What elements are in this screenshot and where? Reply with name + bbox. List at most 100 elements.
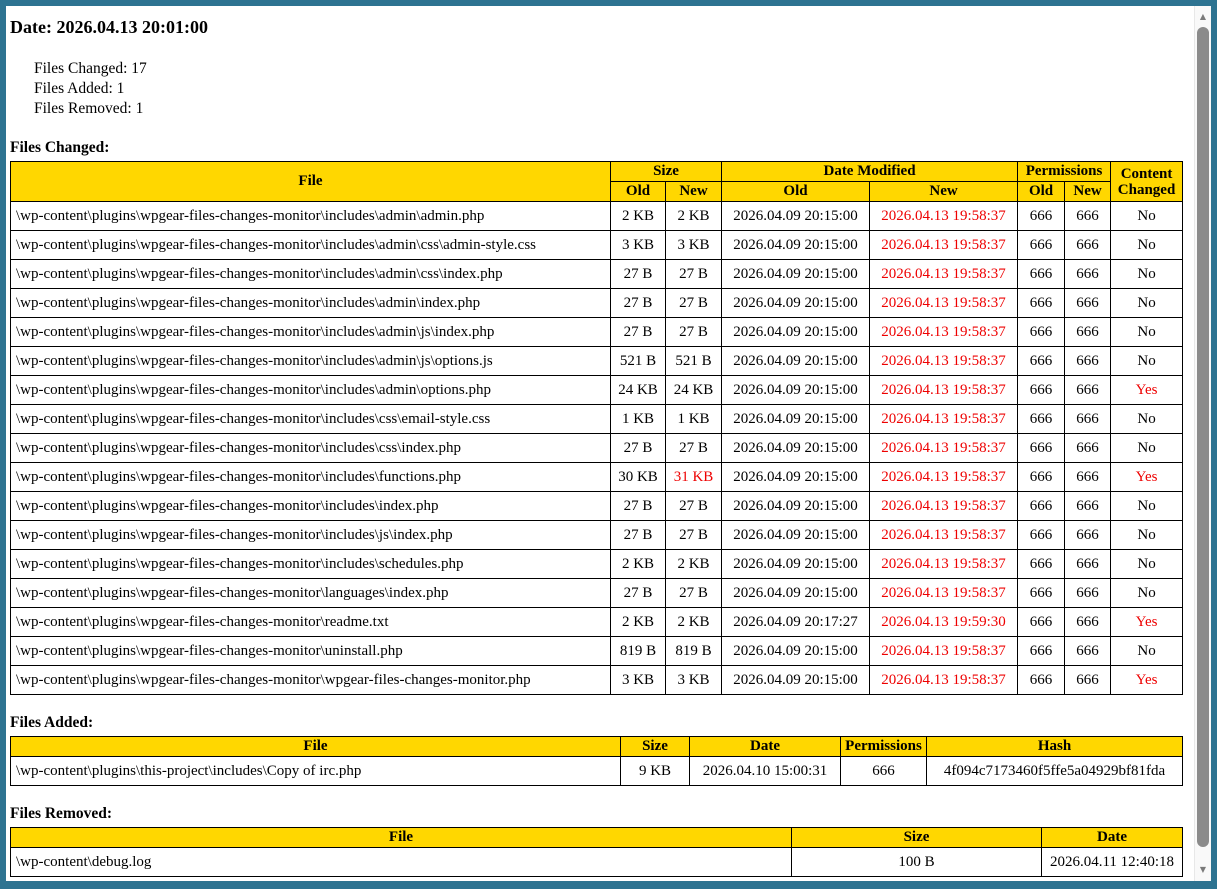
col-size: Size <box>611 162 722 182</box>
cell-perm-old: 666 <box>1018 376 1065 405</box>
cell-size-new: 2 KB <box>666 608 722 637</box>
scrollbar-thumb[interactable] <box>1197 27 1209 847</box>
scroll-up-arrow[interactable]: ▲ <box>1195 9 1211 25</box>
files-changed-row: \wp-content\plugins\wpgear-files-changes… <box>11 637 1183 666</box>
cell-date-new: 2026.04.13 19:58:37 <box>870 231 1018 260</box>
files-changed-table: File Size Date Modified Permissions Cont… <box>10 161 1183 695</box>
cell-size-new: 27 B <box>666 289 722 318</box>
cell-content-changed: Yes <box>1111 666 1183 695</box>
col-size-old: Old <box>611 182 666 202</box>
col-date-new: New <box>870 182 1018 202</box>
vertical-scrollbar[interactable]: ▲ ▼ <box>1194 6 1211 881</box>
cell-date-old: 2026.04.09 20:15:00 <box>722 463 870 492</box>
cell-content-changed: No <box>1111 347 1183 376</box>
cell-date-old: 2026.04.09 20:15:00 <box>722 376 870 405</box>
cell-perm-old: 666 <box>1018 231 1065 260</box>
cell-content-changed: No <box>1111 492 1183 521</box>
cell-content-changed: No <box>1111 231 1183 260</box>
cell-size-new: 27 B <box>666 579 722 608</box>
cell-perm-new: 666 <box>1065 434 1111 463</box>
cell-size-new: 521 B <box>666 347 722 376</box>
files-added-row: \wp-content\plugins\this-project\include… <box>11 757 1183 786</box>
col-file: File <box>11 737 621 757</box>
cell-file: \wp-content\plugins\wpgear-files-changes… <box>11 492 611 521</box>
cell-perm-new: 666 <box>1065 463 1111 492</box>
cell-date-new: 2026.04.13 19:58:37 <box>870 550 1018 579</box>
cell-perm-old: 666 <box>1018 666 1065 695</box>
cell-date: 2026.04.10 15:00:31 <box>690 757 841 786</box>
window-frame: Date: 2026.04.13 20:01:00 Files Changed:… <box>0 0 1217 889</box>
cell-perm-new: 666 <box>1065 608 1111 637</box>
summary-block: Files Changed: 17 Files Added: 1 Files R… <box>34 59 1188 119</box>
cell-size-old: 3 KB <box>611 231 666 260</box>
cell-perm-new: 666 <box>1065 637 1111 666</box>
cell-file: \wp-content\plugins\wpgear-files-changes… <box>11 550 611 579</box>
cell-date-old: 2026.04.09 20:15:00 <box>722 666 870 695</box>
files-added-table: File Size Date Permissions Hash \wp-cont… <box>10 736 1183 786</box>
summary-files-added: Files Added: 1 <box>34 79 1188 99</box>
cell-date-old: 2026.04.09 20:15:00 <box>722 579 870 608</box>
cell-perm-new: 666 <box>1065 666 1111 695</box>
files-changed-row: \wp-content\plugins\wpgear-files-changes… <box>11 376 1183 405</box>
cell-perm-new: 666 <box>1065 318 1111 347</box>
cell-size-new: 27 B <box>666 492 722 521</box>
cell-date-old: 2026.04.09 20:15:00 <box>722 231 870 260</box>
cell-perm-new: 666 <box>1065 492 1111 521</box>
cell-size-old: 819 B <box>611 637 666 666</box>
files-removed-header-row: File Size Date <box>11 828 1183 848</box>
cell-date-new: 2026.04.13 19:58:37 <box>870 434 1018 463</box>
cell-date-new: 2026.04.13 19:58:37 <box>870 260 1018 289</box>
cell-perm-new: 666 <box>1065 376 1111 405</box>
files-changed-row: \wp-content\plugins\wpgear-files-changes… <box>11 492 1183 521</box>
cell-size-new: 2 KB <box>666 202 722 231</box>
cell-size-new: 2 KB <box>666 550 722 579</box>
cell-date-new: 2026.04.13 19:58:37 <box>870 463 1018 492</box>
cell-date-old: 2026.04.09 20:15:00 <box>722 289 870 318</box>
files-changed-row: \wp-content\plugins\wpgear-files-changes… <box>11 521 1183 550</box>
cell-hash: 4f094c7173460f5ffe5a04929bf81fda <box>927 757 1183 786</box>
cell-content-changed: Yes <box>1111 376 1183 405</box>
cell-size-old: 24 KB <box>611 376 666 405</box>
col-size: Size <box>792 828 1042 848</box>
cell-perm-new: 666 <box>1065 202 1111 231</box>
cell-file: \wp-content\debug.log <box>11 848 792 877</box>
cell-size-old: 1 KB <box>611 405 666 434</box>
scroll-down-arrow[interactable]: ▼ <box>1195 862 1211 878</box>
cell-size-new: 24 KB <box>666 376 722 405</box>
cell-permissions: 666 <box>841 757 927 786</box>
cell-perm-new: 666 <box>1065 231 1111 260</box>
cell-perm-new: 666 <box>1065 405 1111 434</box>
cell-size-old: 27 B <box>611 260 666 289</box>
col-file: File <box>11 828 792 848</box>
col-perm-new: New <box>1065 182 1111 202</box>
files-changed-row: \wp-content\plugins\wpgear-files-changes… <box>11 463 1183 492</box>
cell-file: \wp-content\plugins\wpgear-files-changes… <box>11 289 611 318</box>
files-changed-row: \wp-content\plugins\wpgear-files-changes… <box>11 434 1183 463</box>
cell-content-changed: No <box>1111 550 1183 579</box>
cell-content-changed: No <box>1111 260 1183 289</box>
files-changed-row: \wp-content\plugins\wpgear-files-changes… <box>11 405 1183 434</box>
cell-perm-new: 666 <box>1065 289 1111 318</box>
cell-file: \wp-content\plugins\wpgear-files-changes… <box>11 666 611 695</box>
cell-date-old: 2026.04.09 20:15:00 <box>722 492 870 521</box>
cell-size-new: 27 B <box>666 318 722 347</box>
files-changed-row: \wp-content\plugins\wpgear-files-changes… <box>11 318 1183 347</box>
cell-size-new: 3 KB <box>666 666 722 695</box>
report-date-title: Date: 2026.04.13 20:01:00 <box>10 17 1188 38</box>
files-changed-row: \wp-content\plugins\wpgear-files-changes… <box>11 231 1183 260</box>
cell-size-old: 30 KB <box>611 463 666 492</box>
cell-content-changed: No <box>1111 318 1183 347</box>
cell-date-new: 2026.04.13 19:58:37 <box>870 579 1018 608</box>
cell-date-old: 2026.04.09 20:15:00 <box>722 202 870 231</box>
cell-perm-new: 666 <box>1065 579 1111 608</box>
cell-file: \wp-content\plugins\wpgear-files-changes… <box>11 231 611 260</box>
cell-date-old: 2026.04.09 20:15:00 <box>722 405 870 434</box>
col-date: Date <box>690 737 841 757</box>
col-date-modified: Date Modified <box>722 162 1018 182</box>
cell-perm-old: 666 <box>1018 608 1065 637</box>
col-date: Date <box>1042 828 1183 848</box>
cell-perm-new: 666 <box>1065 550 1111 579</box>
cell-date-new: 2026.04.13 19:58:37 <box>870 202 1018 231</box>
cell-perm-new: 666 <box>1065 521 1111 550</box>
cell-size-new: 1 KB <box>666 405 722 434</box>
